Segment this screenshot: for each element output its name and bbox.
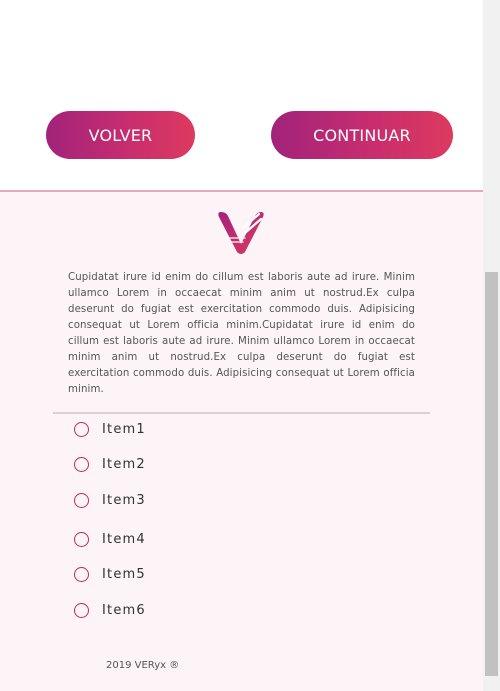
action-bar: VOLVER CONTINUAR — [0, 0, 483, 190]
option-item-5[interactable]: Item5 — [74, 564, 146, 584]
veryx-v-logo-icon — [218, 212, 264, 254]
option-label: Item5 — [102, 566, 146, 582]
back-button[interactable]: VOLVER — [46, 111, 195, 159]
option-item-2[interactable]: Item2 — [74, 454, 146, 474]
option-item-3[interactable]: Item3 — [74, 490, 146, 510]
option-label: Item2 — [102, 456, 146, 472]
description-text: Cupidatat irure id enim do cillum est la… — [68, 272, 415, 395]
footer-copyright: 2019 VERyx ® — [106, 660, 180, 671]
radio-button[interactable] — [74, 421, 89, 437]
radio-button[interactable] — [74, 492, 89, 508]
radio-button[interactable] — [74, 602, 89, 618]
option-label: Item3 — [102, 492, 146, 508]
vertical-scrollbar[interactable] — [483, 0, 500, 691]
continue-button[interactable]: CONTINUAR — [271, 111, 453, 159]
radio-button[interactable] — [74, 566, 89, 582]
scrollbar-thumb[interactable] — [485, 272, 498, 676]
radio-button[interactable] — [74, 456, 89, 472]
option-item-4[interactable]: Item4 — [74, 529, 146, 549]
content-panel: Cupidatat irure id enim do cillum est la… — [0, 192, 483, 691]
options-divider — [53, 412, 430, 414]
option-label: Item6 — [102, 602, 146, 618]
radio-button[interactable] — [74, 531, 89, 547]
option-label: Item4 — [102, 531, 146, 547]
option-label: Item1 — [102, 421, 146, 437]
option-item-1[interactable]: Item1 — [74, 419, 146, 439]
option-item-6[interactable]: Item6 — [74, 600, 146, 620]
